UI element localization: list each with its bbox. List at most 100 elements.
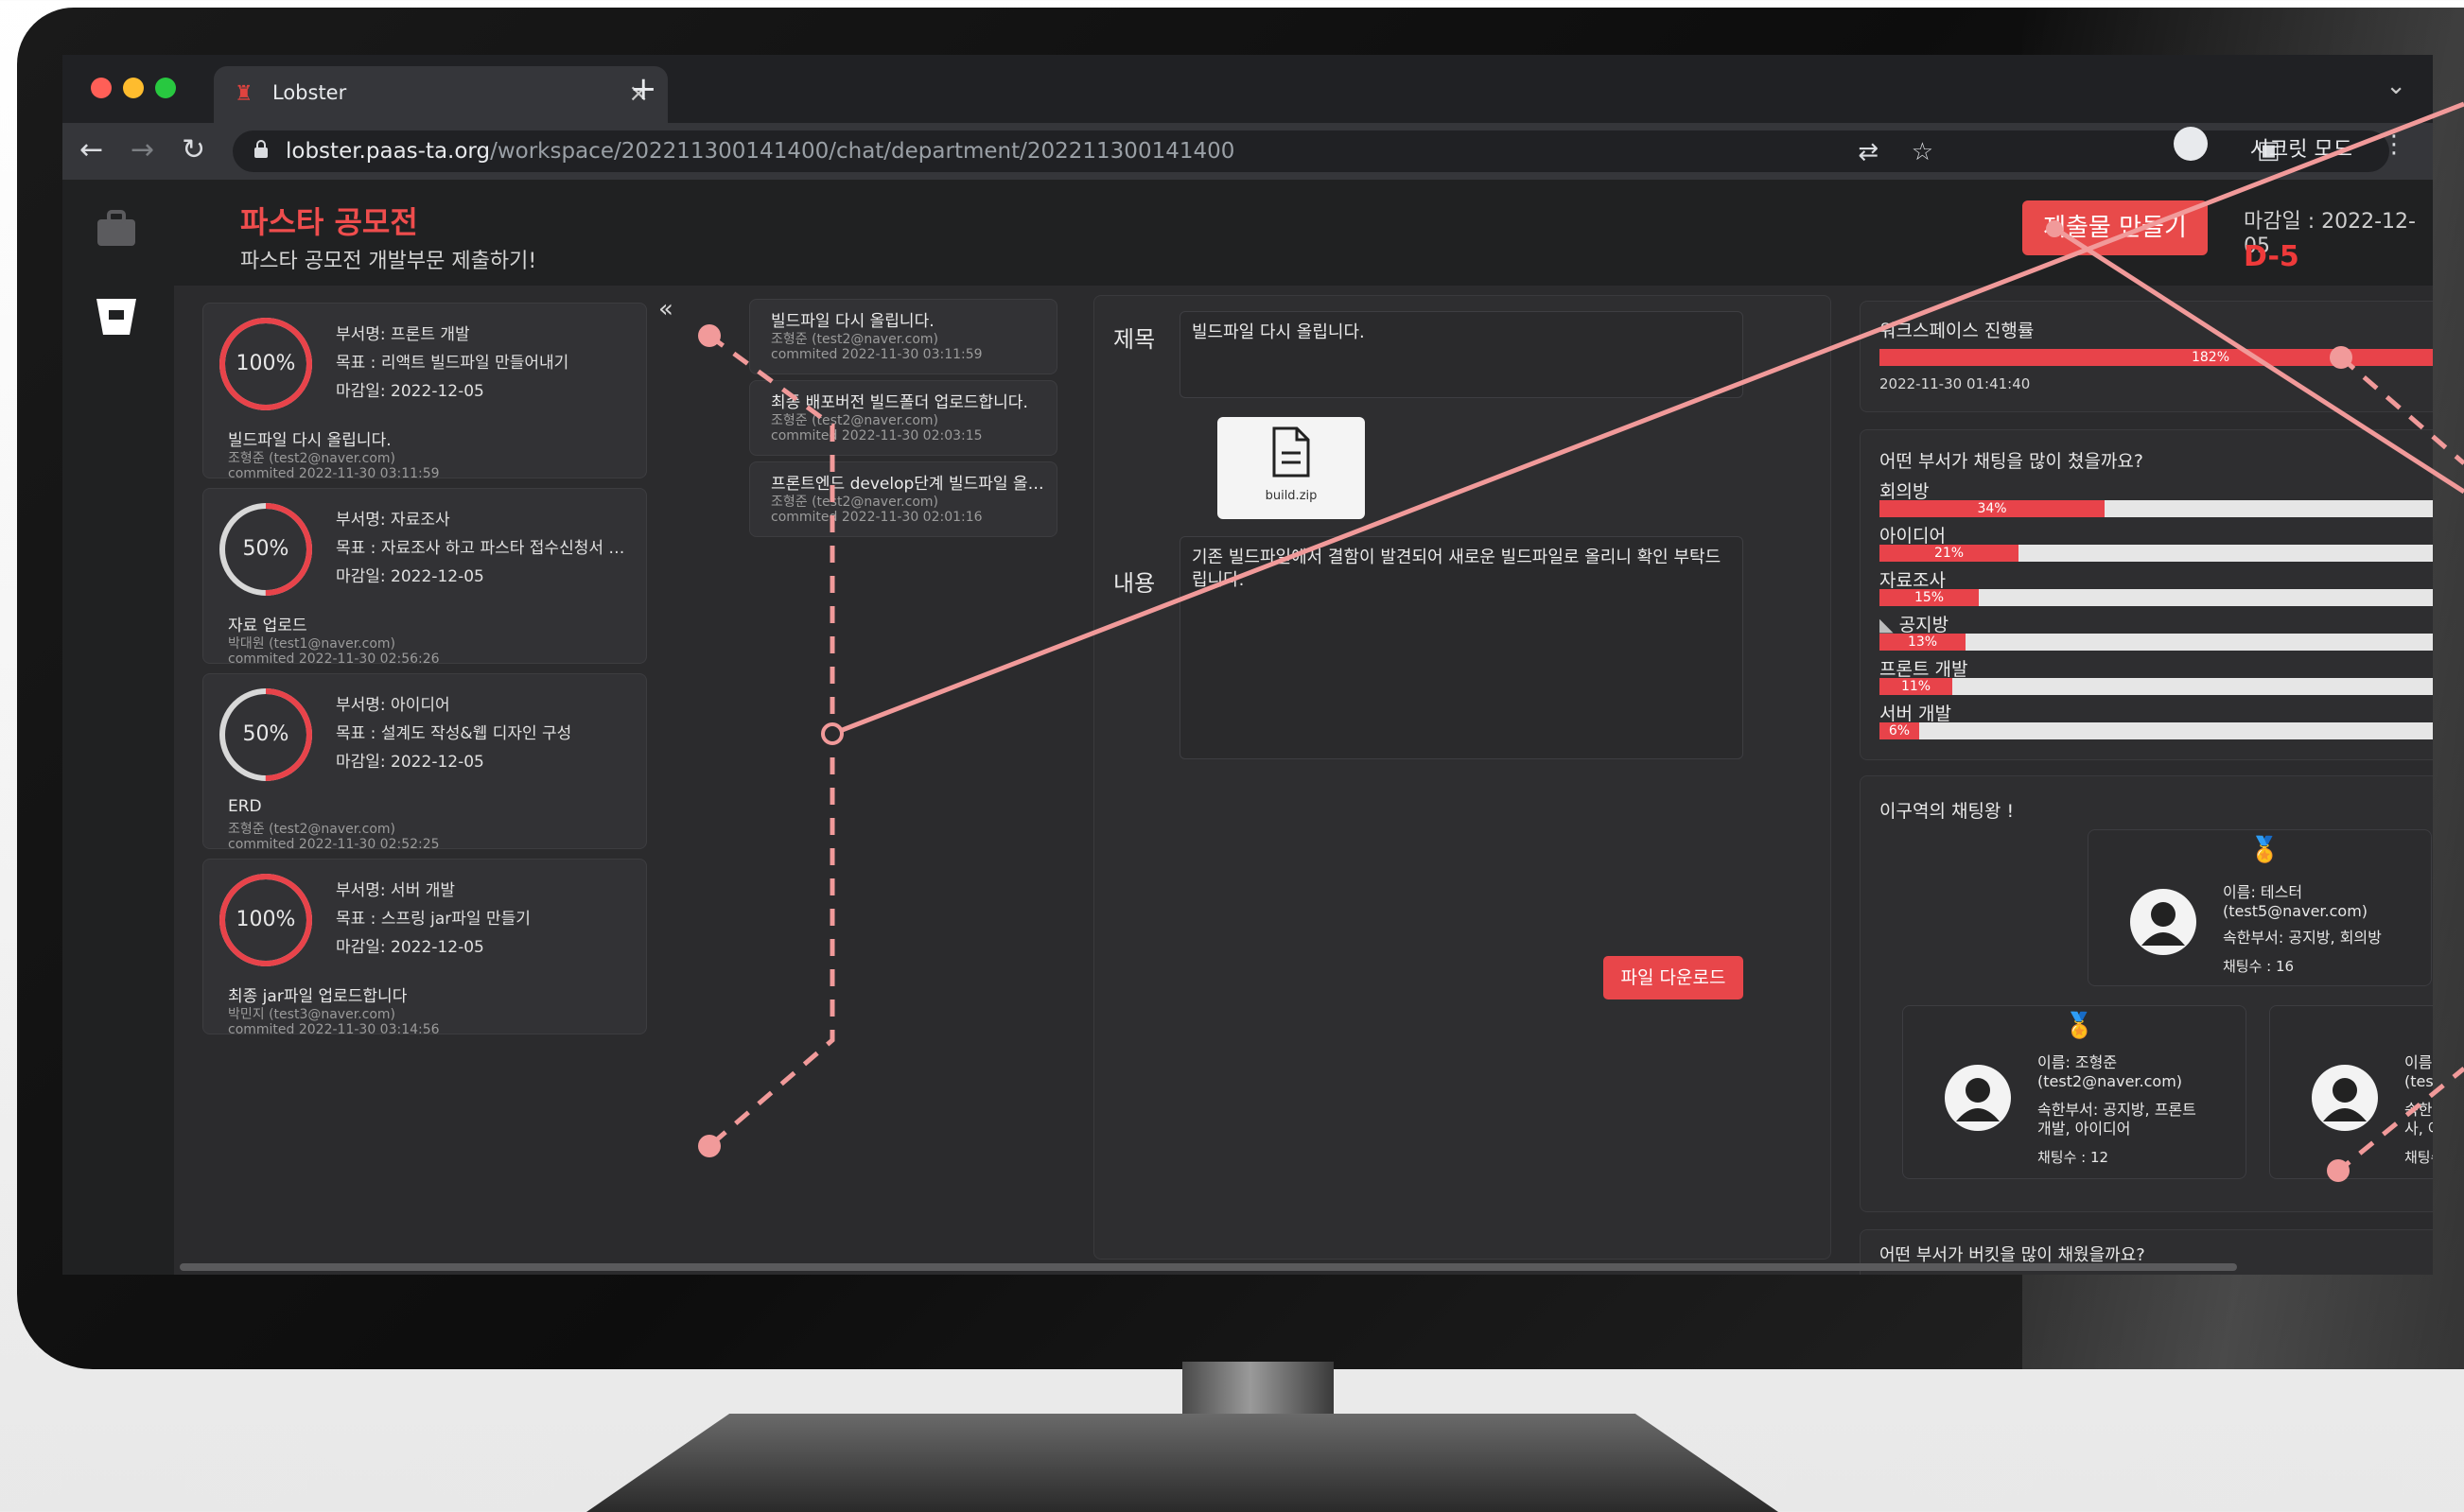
- department-due: 마감일: 2022-12-05: [336, 938, 484, 957]
- title-field[interactable]: 빌드파일 다시 올립니다.: [1180, 311, 1743, 398]
- translate-icon[interactable]: ⇄: [1858, 138, 1879, 166]
- bronze-medal-icon: 🏅: [2431, 1012, 2433, 1040]
- lock-icon: [254, 140, 268, 158]
- department-card[interactable]: 100% 부서명: 프론트 개발 목표 : 리액트 빌드파일 만들어내기 마감일: 2…: [202, 303, 647, 481]
- commit-detail-panel: 제목 빌드파일 다시 올립니다. build.zip 내용 기존 빌드파일에서 …: [1093, 295, 1831, 1260]
- horizontal-scrollbar[interactable]: [180, 1263, 2237, 1271]
- dday-badge: D-5: [2244, 240, 2299, 273]
- chat-bar: 11%: [1879, 678, 2433, 695]
- last-commit-meta: 조형준 (test2@naver.com) commited 2022-11-30…: [228, 822, 440, 852]
- chat-king-widget: 이구역의 채팅왕 ! 🏅 이름: 테스터 (test5@naver.com) 속…: [1860, 775, 2433, 1212]
- chat-dept-name: 서버 개발: [1879, 704, 1951, 724]
- maximize-window-button[interactable]: [155, 78, 176, 98]
- rank-second-name: 이름: 조형준: [2037, 1053, 2118, 1071]
- chat-bar-fill: 15%: [1879, 589, 1979, 606]
- department-card[interactable]: 50% 부서명: 자료조사목표 : 자료조사 하고 파스타 접수신청서 작성하기마…: [202, 488, 647, 667]
- monitor-stand-base: [586, 1414, 1778, 1512]
- create-submission-button[interactable]: 제출물 만들기: [2022, 200, 2208, 255]
- chat-bar-fill: 34%: [1879, 500, 2105, 517]
- chat-dept-name: 자료조사: [1879, 570, 1946, 591]
- chat-bar: 15%: [1879, 589, 2433, 606]
- chat-bar: 6%: [1879, 722, 2433, 739]
- close-window-button[interactable]: [91, 78, 112, 98]
- chat-bar-fill: 13%: [1879, 634, 1966, 651]
- megaphone-icon: ◣: [1879, 615, 1899, 635]
- last-commit-meta: 박민지 (test3@naver.com) commited 2022-11-30…: [228, 1007, 440, 1037]
- file-download-button[interactable]: 파일 다운로드: [1603, 956, 1743, 999]
- chat-dept-name: 아이디어: [1879, 526, 1946, 547]
- browser-tab[interactable]: ♜ Lobster ×: [214, 66, 668, 123]
- workspace-progress-widget: 워크스페이스 진행률 182% 2022-11-30 01:41:40 20: [1860, 301, 2433, 412]
- file-name: build.zip: [1265, 489, 1318, 503]
- workspace-header: 파스타 공모전 파스타 공모전 개발부문 제출하기! 제출물 만들기 마감일 :…: [174, 180, 2433, 286]
- commit-meta: 조형준 (test2@naver.com) commited 2022-11-30…: [771, 413, 983, 443]
- silver-medal-icon: 🏅: [2064, 1012, 2095, 1040]
- address-bar[interactable]: lobster.paas-ta.org/workspace/2022113001…: [233, 130, 2389, 172]
- chevron-down-icon[interactable]: ⌄: [2385, 72, 2406, 100]
- commit-item[interactable]: 최종 배포버전 빌드폴더 업로드합니다. 조형준 (test2@naver.com…: [749, 380, 1057, 456]
- progress-percent: 50%: [242, 537, 289, 561]
- bucket-icon[interactable]: [94, 295, 139, 337]
- department-due: 마감일: 2022-12-05: [336, 382, 484, 401]
- progress-start-date: 2022-11-30 01:41:40: [1879, 375, 2031, 392]
- rank-card-second[interactable]: 🏅 이름: 조형준 (test2@naver.com) 속한부서: 공지방, 프…: [1902, 1005, 2246, 1179]
- incognito-icon[interactable]: [2174, 127, 2208, 161]
- reload-icon[interactable]: ↻: [182, 134, 205, 166]
- chat-bar: 21%: [1879, 545, 2433, 562]
- chat-bar-fill: 21%: [1879, 545, 2018, 562]
- department-name: 부서명: 프론트 개발: [336, 325, 470, 344]
- last-commit-title: 자료 업로드: [228, 617, 307, 635]
- star-icon[interactable]: ☆: [1912, 138, 1933, 166]
- department-card[interactable]: 50% 부서명: 아이디어 목표 : 설계도 작성&웹 디자인 구성 마감일: 202…: [202, 673, 647, 852]
- forward-icon[interactable]: →: [131, 134, 154, 166]
- chat-dept-name: 프론트 개발: [1879, 659, 1968, 680]
- last-commit-meta: 조형준 (test2@naver.com) commited 2022-11-30…: [228, 451, 440, 481]
- gold-medal-icon: 🏅: [2249, 836, 2281, 864]
- rank-third-depts2: 사, 아이디어,: [2404, 1120, 2433, 1138]
- commit-item[interactable]: 프론트엔드 develop단계 빌드파일 올립니다. 조형준 (test2@nav…: [749, 461, 1057, 537]
- chat-bar: 34%: [1879, 500, 2433, 517]
- collapse-left-icon[interactable]: «: [658, 295, 673, 323]
- minimize-window-button[interactable]: [123, 78, 144, 98]
- progress-bar: 182%: [1879, 349, 2433, 366]
- commit-item[interactable]: 빌드파일 다시 올립니다. 조형준 (test2@naver.com) commit…: [749, 299, 1057, 374]
- rank-third-depts: 속한부서:: [2404, 1101, 2433, 1119]
- commit-title: 프론트엔드 develop단계 빌드파일 올립니다.: [771, 475, 1051, 494]
- rank-first-email: (test5@naver.com): [2223, 902, 2368, 920]
- department-goal: 목표 : 자료조사 하고 파스타 접수신청서 작성하기: [336, 539, 631, 558]
- chat-bar-percent: 15%: [1914, 590, 1945, 605]
- commit-meta: 조형준 (test2@naver.com) commited 2022-11-30…: [771, 495, 983, 525]
- progress-percent: 50%: [242, 722, 289, 746]
- chat-bar-percent: 34%: [1977, 501, 2007, 516]
- progress-title: 워크스페이스 진행률: [1879, 321, 2035, 341]
- department-card[interactable]: 100% 부서명: 서버 개발 목표 : 스프링 jar파일 만들기 마감일: 202…: [202, 859, 647, 1037]
- side-rail: [62, 180, 174, 1275]
- attachment-tile[interactable]: build.zip: [1217, 417, 1365, 519]
- url-text: lobster.paas-ta.org/workspace/2022113001…: [286, 139, 1235, 164]
- content-field[interactable]: 기존 빌드파일에서 결함이 발견되어 새로운 빌드파일로 올리니 확인 부탁드립…: [1180, 536, 1743, 759]
- rank-card-third[interactable]: 🏅 이름: 박대원 (test1@nave 속한부서: 사, 아이디어, 채팅수…: [2269, 1005, 2433, 1179]
- rank-card-first[interactable]: 🏅 이름: 테스터 (test5@naver.com) 속한부서: 공지방, 회…: [2088, 829, 2432, 986]
- rank-second-depts2: 개발, 아이디어: [2037, 1120, 2131, 1138]
- department-goal: 목표 : 설계도 작성&웹 디자인 구성: [336, 724, 572, 743]
- back-icon[interactable]: ←: [79, 134, 103, 166]
- department-due: 마감일: 2022-12-05: [336, 753, 484, 772]
- department-name: 부서명: 서버 개발: [336, 881, 456, 900]
- browser-toolbar: ← → ↻ lobster.paas-ta.org/workspace/2022…: [62, 123, 2433, 180]
- last-commit-title: ERD: [228, 797, 262, 816]
- commit-meta: 조형준 (test2@naver.com) commited 2022-11-30…: [771, 332, 983, 362]
- file-icon: [1272, 426, 1310, 478]
- last-commit-title: 최종 jar파일 업로드합니다: [228, 987, 408, 1006]
- department-due: 마감일: 2022-12-05: [336, 567, 484, 586]
- avatar: [1945, 1065, 2011, 1131]
- briefcase-icon[interactable]: [94, 208, 139, 250]
- last-commit-title: 빌드파일 다시 올립니다.: [228, 431, 392, 450]
- new-tab-icon[interactable]: +: [630, 70, 657, 108]
- rank-second-count: 채팅수 : 12: [2037, 1149, 2109, 1166]
- more-menu-icon[interactable]: ⋮: [2382, 130, 2406, 159]
- commit-title: 빌드파일 다시 올립니다.: [771, 312, 935, 331]
- page-title: 파스타 공모전: [240, 204, 418, 240]
- screen: ♜ Lobster × + ⌄ ← → ↻ lobster.paas-ta.or…: [62, 55, 2433, 1275]
- department-goal: 목표 : 리액트 빌드파일 만들어내기: [336, 354, 569, 373]
- avatar: [2312, 1065, 2378, 1131]
